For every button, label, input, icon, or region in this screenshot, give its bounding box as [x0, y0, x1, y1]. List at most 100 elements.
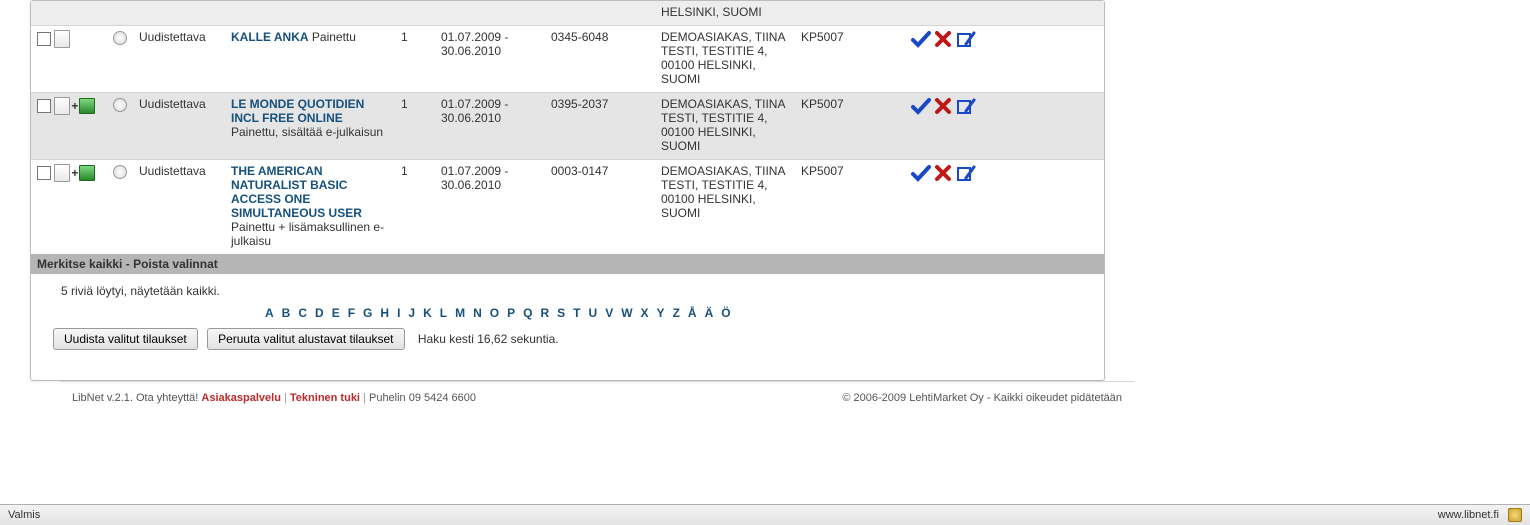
alpha-letter[interactable]: I	[393, 306, 404, 320]
alpha-letter[interactable]: K	[419, 306, 436, 320]
reject-icon[interactable]	[934, 97, 952, 115]
code-cell: KP5007	[795, 160, 905, 255]
plus-icon: +	[70, 99, 79, 113]
footer-phone: Puhelin 09 5424 6600	[369, 392, 476, 404]
period-cell: 01.07.2009 - 30.06.2010	[435, 93, 545, 160]
alpha-letter[interactable]: G	[359, 306, 376, 320]
document-icon[interactable]	[54, 164, 70, 182]
code-cell: KP5007	[795, 93, 905, 160]
alpha-letter[interactable]: U	[585, 306, 602, 320]
alpha-letter[interactable]: Y	[653, 306, 669, 320]
alpha-letter[interactable]: R	[536, 306, 553, 320]
browser-statusbar: Valmis www.libnet.fi	[0, 504, 1530, 525]
confirm-icon[interactable]	[911, 30, 931, 48]
format-text: Painettu	[312, 30, 356, 44]
alpha-letter[interactable]: D	[311, 306, 328, 320]
alpha-letter[interactable]: F	[344, 306, 359, 320]
issn-cell: 0345-6048	[545, 26, 655, 93]
alpha-letter[interactable]: Å	[684, 306, 701, 320]
clear-selection-link[interactable]: Poista valinnat	[133, 257, 218, 271]
period-cell: 01.07.2009 - 30.06.2010	[435, 26, 545, 93]
alpha-letter[interactable]: H	[376, 306, 393, 320]
row-icons: +	[31, 160, 107, 255]
row-icons	[31, 26, 107, 93]
search-duration: Haku kesti 16,62 sekuntia.	[418, 332, 559, 346]
alpha-letter[interactable]: W	[617, 306, 636, 320]
footer: LibNet v.2.1. Ota yhteyttä! Asiakaspalve…	[60, 381, 1134, 418]
alpha-letter[interactable]: A	[261, 306, 278, 320]
title-link[interactable]: KALLE ANKA	[231, 30, 309, 44]
reject-icon[interactable]	[934, 30, 952, 48]
edit-icon[interactable]	[956, 164, 976, 182]
confirm-icon[interactable]	[911, 97, 931, 115]
customer-cell: DEMOASIAKAS, TIINA TESTI, TESTITIE 4, 00…	[655, 93, 795, 160]
alpha-letter[interactable]: L	[436, 306, 451, 320]
renew-button[interactable]: Uudista valitut tilaukset	[53, 328, 198, 350]
period-cell: 01.07.2009 - 30.06.2010	[435, 160, 545, 255]
plus-icon: +	[70, 166, 79, 180]
title-link[interactable]: LE MONDE QUOTIDIEN INCL FREE ONLINE	[231, 97, 389, 125]
table-row: + Uudistettava LE MONDE QUOTIDIEN INCL F…	[31, 93, 1104, 160]
status-dot-icon	[113, 31, 127, 45]
alpha-letter[interactable]: Q	[519, 306, 536, 320]
format-text: Painettu, sisältää e-julkaisun	[231, 125, 389, 139]
alpha-letter[interactable]: X	[637, 306, 653, 320]
status-cell: Uudistettava	[133, 93, 225, 160]
online-icon[interactable]	[79, 98, 95, 114]
alpha-letter[interactable]: Ö	[717, 306, 734, 320]
document-icon[interactable]	[54, 30, 70, 48]
row-checkbox[interactable]	[37, 99, 51, 113]
code-cell: KP5007	[795, 26, 905, 93]
status-cell: Uudistettava	[133, 160, 225, 255]
alpha-filter: ABCDEFGHIJKLMNOPQRSTUVWXYZÅÄÖ	[31, 304, 1104, 328]
alpha-letter[interactable]: J	[404, 306, 419, 320]
status-url: www.libnet.fi	[1438, 509, 1499, 521]
customer-cell: DEMOASIAKAS, TIINA TESTI, TESTITIE 4, 00…	[655, 160, 795, 255]
alpha-letter[interactable]: Ä	[701, 306, 718, 320]
alpha-letter[interactable]: B	[278, 306, 295, 320]
alpha-letter[interactable]: Z	[669, 306, 684, 320]
alpha-letter[interactable]: O	[486, 306, 503, 320]
alpha-letter[interactable]: P	[503, 306, 519, 320]
alpha-letter[interactable]: E	[328, 306, 344, 320]
issn-cell: 0003-0147	[545, 160, 655, 255]
row-checkbox[interactable]	[37, 166, 51, 180]
alpha-letter[interactable]: V	[601, 306, 617, 320]
title-cell: THE AMERICAN NATURALIST BASIC ACCESS ONE…	[225, 160, 395, 255]
status-dot-icon	[113, 98, 127, 112]
edit-icon[interactable]	[956, 30, 976, 48]
alpha-letter[interactable]: S	[553, 306, 569, 320]
title-link[interactable]: THE AMERICAN NATURALIST BASIC ACCESS ONE…	[231, 164, 389, 220]
table-row: Uudistettava KALLE ANKA Painettu 1 01.07…	[31, 26, 1104, 93]
table-row: + Uudistettava THE AMERICAN NATURALIST B…	[31, 160, 1104, 255]
action-icons	[905, 160, 1104, 255]
customer-cell: HELSINKI, SUOMI	[655, 1, 795, 26]
alpha-letter[interactable]: C	[294, 306, 311, 320]
status-text: Valmis	[8, 509, 40, 521]
title-cell: KALLE ANKA Painettu	[225, 26, 395, 93]
support-link[interactable]: Asiakaspalvelu	[201, 392, 281, 404]
result-summary: 5 riviä löytyi, näytetään kaikki.	[31, 274, 1104, 304]
reject-icon[interactable]	[934, 164, 952, 182]
online-icon[interactable]	[79, 165, 95, 181]
document-icon[interactable]	[54, 97, 70, 115]
status-cell: Uudistettava	[133, 26, 225, 93]
qty-cell: 1	[395, 160, 435, 255]
confirm-icon[interactable]	[911, 164, 931, 182]
alpha-letter[interactable]: M	[451, 306, 469, 320]
action-icons	[905, 93, 1104, 160]
title-cell: LE MONDE QUOTIDIEN INCL FREE ONLINE Pain…	[225, 93, 395, 160]
edit-icon[interactable]	[956, 97, 976, 115]
qty-cell: 1	[395, 26, 435, 93]
select-bar: Merkitse kaikki - Poista valinnat	[31, 254, 1104, 274]
row-checkbox[interactable]	[37, 32, 51, 46]
action-icons	[905, 26, 1104, 93]
footer-right: © 2006-2009 LehtiMarket Oy - Kaikki oike…	[842, 392, 1122, 404]
alpha-letter[interactable]: N	[469, 306, 486, 320]
alpha-letter[interactable]: T	[569, 306, 584, 320]
status-dot-icon	[113, 165, 127, 179]
cancel-button[interactable]: Peruuta valitut alustavat tilaukset	[207, 328, 404, 350]
select-all-link[interactable]: Merkitse kaikki	[37, 257, 122, 271]
footer-left: LibNet v.2.1. Ota yhteyttä! Asiakaspalve…	[72, 392, 476, 404]
tech-support-link[interactable]: Tekninen tuki	[290, 392, 360, 404]
